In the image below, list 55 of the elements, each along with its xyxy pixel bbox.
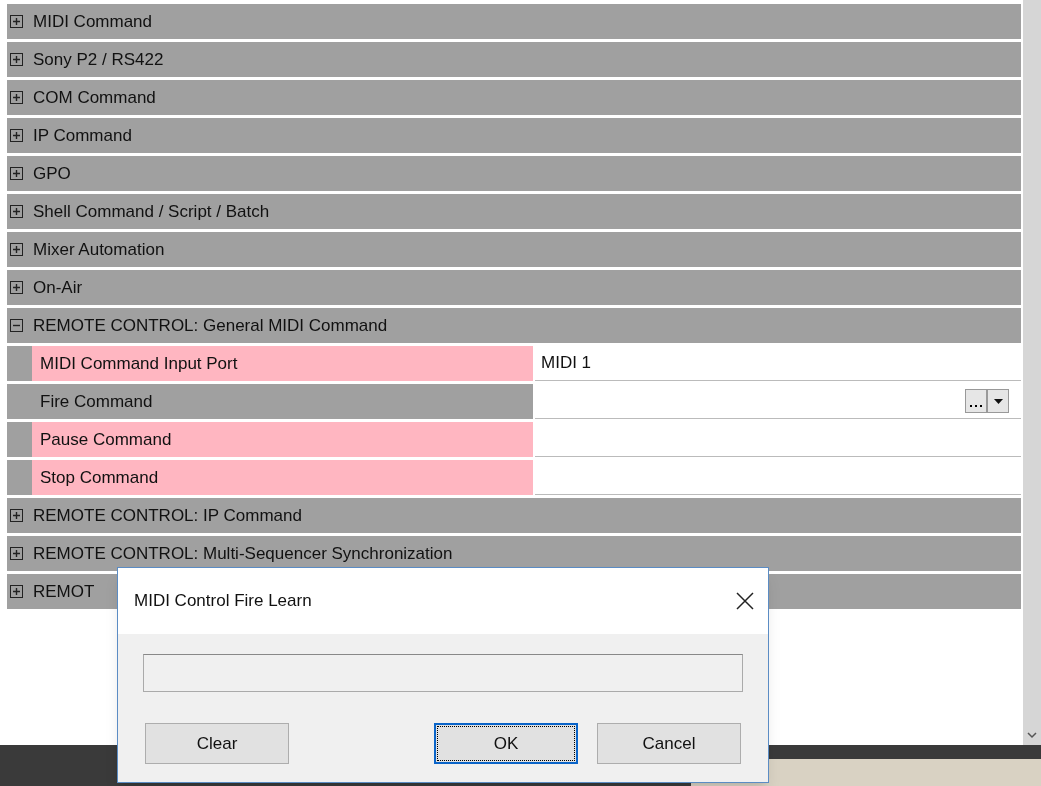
expand-icon[interactable] bbox=[10, 53, 23, 66]
row-margin bbox=[7, 460, 32, 495]
property-name: Stop Command bbox=[32, 460, 533, 495]
expand-icon[interactable] bbox=[10, 547, 23, 560]
row-margin bbox=[7, 346, 32, 381]
category-label: REMOTE CONTROL: General MIDI Command bbox=[33, 314, 388, 337]
category-row[interactable]: Mixer Automation bbox=[7, 232, 1021, 267]
category-label: MIDI Command bbox=[33, 10, 153, 33]
category-label: Sony P2 / RS422 bbox=[33, 48, 164, 71]
category-row[interactable]: Shell Command / Script / Batch bbox=[7, 194, 1021, 229]
category-label: IP Command bbox=[33, 124, 132, 147]
category-row[interactable]: IP Command bbox=[7, 118, 1021, 153]
category-label: On-Air bbox=[33, 276, 83, 299]
expand-icon[interactable] bbox=[10, 129, 23, 142]
property-name: Fire Command bbox=[32, 384, 533, 419]
expand-icon[interactable] bbox=[10, 281, 23, 294]
category-label: Mixer Automation bbox=[33, 238, 165, 261]
property-name: MIDI Command Input Port bbox=[32, 346, 533, 381]
category-label: REMOTE CONTROL: Multi-Sequencer Synchronization bbox=[33, 542, 453, 565]
ellipsis-button[interactable] bbox=[965, 389, 987, 413]
row-margin bbox=[7, 384, 32, 419]
property-name: Pause Command bbox=[32, 422, 533, 457]
category-label: REMOTE CONTROL: IP Command bbox=[33, 504, 302, 527]
expand-icon[interactable] bbox=[10, 15, 23, 28]
dialog-button[interactable]: Clear bbox=[145, 723, 289, 764]
collapse-icon[interactable] bbox=[10, 319, 23, 332]
dialog-button[interactable]: OK bbox=[434, 723, 578, 764]
ellipsis-icon bbox=[970, 405, 982, 408]
close-icon[interactable] bbox=[736, 592, 754, 610]
category-label: Shell Command / Script / Batch bbox=[33, 200, 270, 223]
category-row[interactable]: Sony P2 / RS422 bbox=[7, 42, 1021, 77]
category-row[interactable]: GPO bbox=[7, 156, 1021, 191]
expand-icon[interactable] bbox=[10, 585, 23, 598]
input-field[interactable] bbox=[143, 654, 743, 692]
dialog-button[interactable]: Cancel bbox=[597, 723, 741, 764]
category-row[interactable]: REMOTE CONTROL: IP Command bbox=[7, 498, 1021, 533]
category-row[interactable]: COM Command bbox=[7, 80, 1021, 115]
row-margin bbox=[7, 422, 32, 457]
category-row[interactable]: On-Air bbox=[7, 270, 1021, 305]
category-row[interactable]: MIDI Command bbox=[7, 4, 1021, 39]
expand-icon[interactable] bbox=[10, 509, 23, 522]
expand-icon[interactable] bbox=[10, 167, 23, 180]
dropdown-arrow-icon bbox=[993, 398, 1003, 404]
expand-icon[interactable] bbox=[10, 91, 23, 104]
chevron-down-icon[interactable] bbox=[1027, 731, 1037, 739]
dropdown-button[interactable] bbox=[987, 389, 1009, 413]
scrollbar[interactable] bbox=[1021, 0, 1041, 745]
expand-icon[interactable] bbox=[10, 205, 23, 218]
category-label: COM Command bbox=[33, 86, 156, 109]
category-row[interactable]: REMOTE CONTROL: Multi-Sequencer Synchronization bbox=[7, 536, 1021, 571]
category-label: REMOT bbox=[33, 580, 95, 603]
expand-icon[interactable] bbox=[10, 243, 23, 256]
dialog-title: MIDI Control Fire Learn bbox=[134, 590, 312, 613]
category-row[interactable]: REMOTE CONTROL: General MIDI Command bbox=[7, 308, 1021, 343]
category-label: GPO bbox=[33, 162, 71, 185]
